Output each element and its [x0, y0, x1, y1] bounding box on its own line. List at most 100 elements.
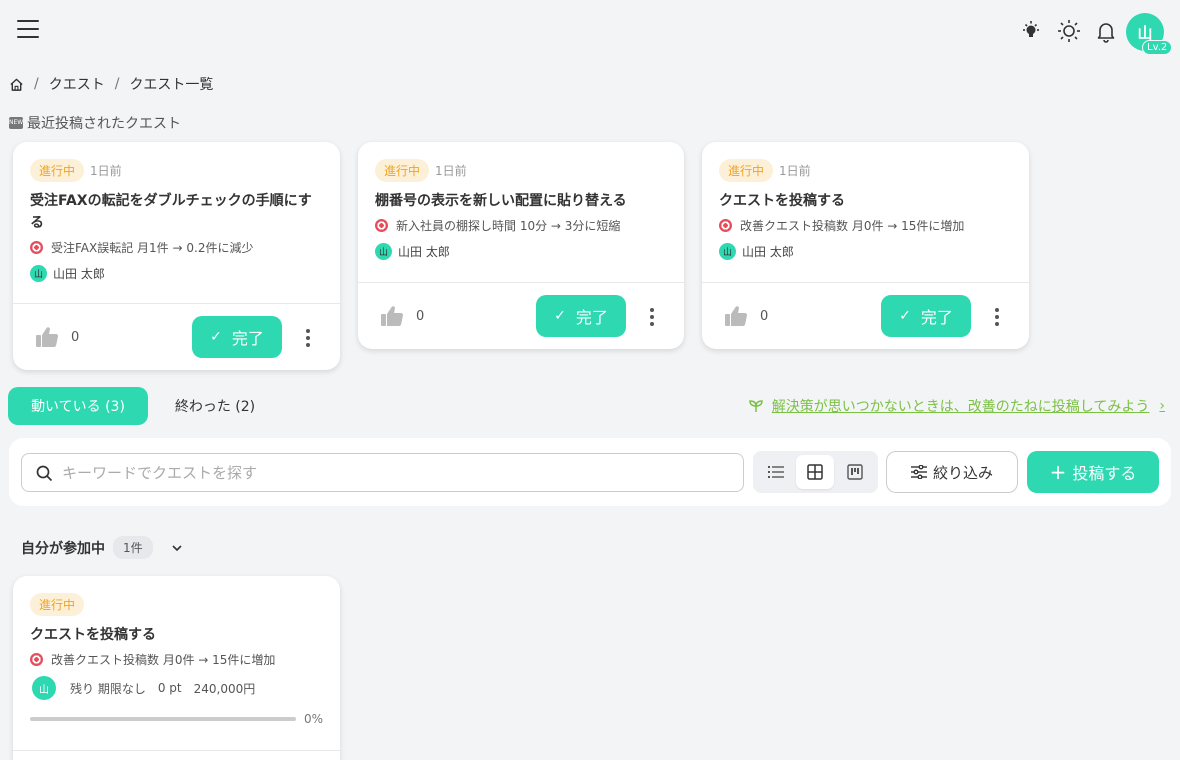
breadcrumb-separator: / — [34, 76, 39, 92]
target-icon — [719, 219, 732, 232]
participating-quest-card[interactable]: 進行中 クエストを投稿する 改善クエスト投稿数 月0件 → 15件に増加 山 残… — [13, 576, 340, 760]
author-avatar: 山 — [719, 243, 736, 260]
target-icon — [30, 653, 43, 666]
chevron-right-icon: › — [1159, 398, 1165, 414]
quest-author: 山 山田 太郎 — [30, 265, 323, 282]
goal-text: 改善クエスト投稿数 月0件 → 15件に増加 — [740, 219, 965, 233]
status-badge: 進行中 — [719, 158, 774, 182]
remaining-time: 残り 期限なし — [70, 681, 146, 696]
participating-group-toggle[interactable]: 自分が参加中 1件 — [21, 536, 183, 559]
author-avatar: 山 — [375, 243, 392, 260]
like-button[interactable]: 0 — [380, 305, 424, 327]
author-name: 山田 太郎 — [53, 267, 105, 281]
bell-icon[interactable] — [1093, 18, 1119, 44]
recent-quests-heading: NEW 最近投稿されたクエスト — [9, 113, 181, 133]
check-icon: ✓ — [899, 308, 911, 324]
thumbs-up-icon — [725, 306, 748, 326]
breadcrumb-separator: / — [114, 76, 120, 92]
thumbs-up-icon — [36, 327, 59, 347]
view-toggle — [753, 451, 878, 493]
quest-title[interactable]: 受注FAXの転記をダブルチェックの手順にする — [30, 190, 323, 234]
menu-icon[interactable] — [17, 20, 39, 40]
plus-icon: + — [1049, 460, 1067, 484]
points: 0 pt — [157, 681, 182, 695]
kanban-view-button[interactable] — [836, 455, 874, 489]
breadcrumb: / クエスト / クエスト一覧 — [9, 74, 213, 94]
quest-title[interactable]: 棚番号の表示を新しい配置に貼り替える — [375, 190, 667, 212]
posted-time: 1日前 — [435, 163, 467, 178]
recent-quest-card[interactable]: 進行中 1日前 受注FAXの転記をダブルチェックの手順にする 受注FAX誤転記 … — [13, 142, 340, 370]
chevron-down-icon — [172, 544, 182, 551]
breadcrumb-quest-list: クエスト一覧 — [129, 77, 214, 93]
tab-active-quests[interactable]: 動いている (3) — [8, 387, 148, 425]
quest-progress: 0% — [30, 712, 323, 726]
sun-icon[interactable] — [1056, 18, 1082, 44]
complete-label: 完了 — [231, 329, 264, 348]
status-badge: 進行中 — [375, 158, 430, 182]
list-view-button[interactable] — [757, 455, 795, 489]
seed-post-label: 解決策が思いつかないときは、改善のたねに投稿してみよう — [771, 399, 1150, 415]
divider — [13, 750, 340, 751]
status-badge: 進行中 — [30, 158, 85, 182]
quest-meta: 山 残り 期限なし 0 pt 240,000円 — [30, 676, 323, 700]
quest-title[interactable]: クエストを投稿する — [719, 190, 1012, 212]
complete-button[interactable]: ✓ 完了 — [881, 295, 971, 337]
like-button[interactable]: 0 — [35, 326, 79, 348]
search-icon — [36, 465, 53, 482]
goal-text: 新入社員の棚探し時間 10分 → 3分に短縮 — [396, 219, 621, 233]
author-avatar: 山 — [30, 265, 47, 282]
level-badge: Lv.2 — [1142, 40, 1173, 55]
like-count: 0 — [416, 308, 425, 324]
post-quest-button[interactable]: + 投稿する — [1027, 451, 1159, 493]
card-footer: 0 ✓ 完了 — [358, 282, 684, 349]
card-footer: 0 ✓ 完了 — [13, 303, 340, 370]
lightbulb-icon[interactable] — [1018, 18, 1044, 44]
quest-title[interactable]: クエストを投稿する — [30, 624, 323, 646]
recent-quest-card[interactable]: 進行中 1日前 クエストを投稿する 改善クエスト投稿数 月0件 → 15件に増加… — [702, 142, 1029, 349]
target-icon — [375, 219, 388, 232]
top-bar: 山 Lv.2 — [0, 0, 1180, 62]
quest-goal: 受注FAX誤転記 月1件 → 0.2件に減少 — [30, 239, 323, 256]
tab-finished-quests[interactable]: 終わった (2) — [160, 387, 270, 425]
quest-toolbar: 絞り込み + 投稿する — [9, 438, 1171, 506]
complete-label: 完了 — [575, 308, 608, 327]
complete-button[interactable]: ✓ 完了 — [192, 316, 282, 358]
search-box — [21, 453, 744, 492]
recent-heading-label: 最近投稿されたクエスト — [27, 116, 181, 132]
complete-button[interactable]: ✓ 完了 — [536, 295, 626, 337]
search-input[interactable] — [62, 454, 732, 491]
member-avatar: 山 — [32, 676, 56, 700]
goal-text: 受注FAX誤転記 月1件 → 0.2件に減少 — [51, 241, 254, 255]
post-label: 投稿する — [1072, 464, 1137, 483]
filter-button[interactable]: 絞り込み — [886, 451, 1018, 493]
more-options-icon[interactable] — [993, 308, 1001, 326]
status-badge: 進行中 — [30, 592, 85, 616]
budget: 240,000円 — [193, 681, 256, 696]
grid-view-button[interactable] — [796, 455, 834, 489]
recent-quest-card[interactable]: 進行中 1日前 棚番号の表示を新しい配置に貼り替える 新入社員の棚探し時間 10… — [358, 142, 684, 349]
seed-post-link[interactable]: 解決策が思いつかないときは、改善のたねに投稿してみよう › — [748, 396, 1165, 416]
author-name: 山田 太郎 — [742, 245, 794, 259]
complete-label: 完了 — [920, 308, 953, 327]
list-icon — [768, 466, 784, 478]
new-icon: NEW — [9, 117, 23, 129]
more-options-icon[interactable] — [304, 329, 312, 347]
home-icon[interactable] — [9, 77, 24, 92]
target-icon — [30, 241, 43, 254]
posted-time: 1日前 — [90, 163, 122, 178]
group-title: 自分が参加中 — [21, 540, 105, 557]
filter-label: 絞り込み — [932, 463, 993, 482]
progress-label: 0% — [303, 712, 323, 726]
progress-bar — [30, 717, 296, 721]
like-button[interactable]: 0 — [724, 305, 768, 327]
kanban-icon — [847, 464, 863, 480]
check-icon: ✓ — [210, 329, 222, 345]
author-name: 山田 太郎 — [398, 245, 450, 259]
quest-author: 山 山田 太郎 — [375, 243, 667, 260]
breadcrumb-quest[interactable]: クエスト — [49, 74, 105, 94]
check-icon: ✓ — [554, 308, 566, 324]
quest-goal: 新入社員の棚探し時間 10分 → 3分に短縮 — [375, 217, 667, 234]
goal-text: 改善クエスト投稿数 月0件 → 15件に増加 — [51, 653, 276, 667]
quest-author: 山 山田 太郎 — [719, 243, 1012, 260]
more-options-icon[interactable] — [648, 308, 656, 326]
